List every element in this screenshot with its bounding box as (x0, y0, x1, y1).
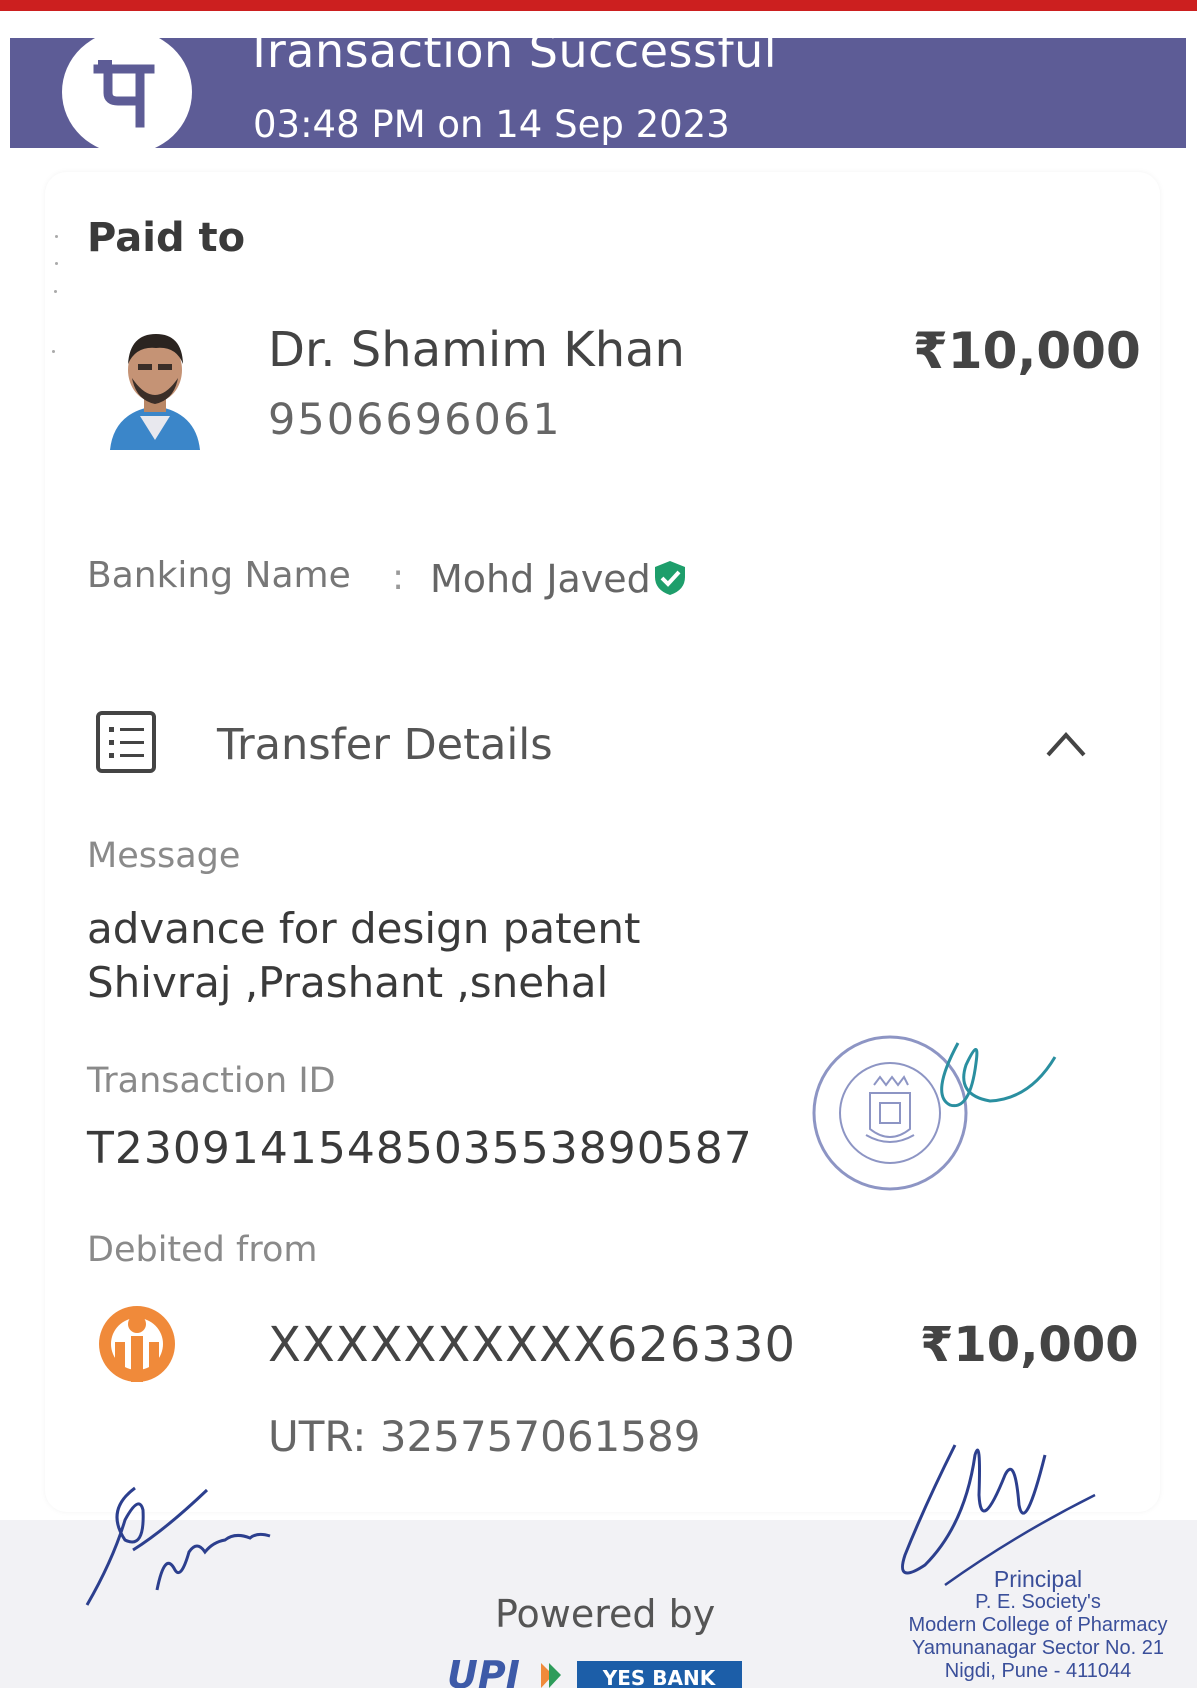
teal-signature (940, 1042, 1057, 1108)
debit-account-number: XXXXXXXXXX626330 (268, 1317, 797, 1373)
scan-speck (54, 290, 57, 293)
phonepe-logo-icon (62, 38, 192, 148)
principal-line-1: P. E. Society's (975, 1591, 1101, 1613)
payee-name: Dr. Shamim Khan (268, 322, 685, 378)
principal-stamp-text: Principal P. E. Society's Modern College… (893, 1568, 1183, 1683)
message-line-1: advance for design patent (87, 904, 641, 953)
powered-by-label: Powered by (495, 1592, 716, 1636)
principal-line-2: Modern College of Pharmacy (908, 1614, 1168, 1636)
mane-signature (85, 1486, 271, 1606)
yes-bank-logo-text: YES BANK (602, 1666, 717, 1688)
verified-shield-icon (655, 561, 685, 595)
transaction-id-value[interactable]: T2309141548503553890587 (87, 1123, 753, 1174)
principal-title: Principal (993, 1566, 1083, 1592)
upi-logo-text: UPI (447, 1655, 520, 1688)
paid-to-label: Paid to (87, 215, 246, 261)
idbi-bank-logo-icon (99, 1306, 175, 1382)
payee-phone: 9506696061 (268, 395, 562, 445)
transaction-status-title: Transaction Successful (245, 38, 778, 78)
payee-avatar[interactable] (100, 320, 210, 450)
scan-speck (52, 350, 55, 353)
banking-name-separator: : (392, 557, 405, 598)
message-label: Message (87, 836, 241, 876)
debit-amount: ₹10,000 (920, 1317, 1139, 1373)
upi-yes-bank-logo: UPI YES BANK (447, 1655, 742, 1688)
principal-line-3: Yamunanagar Sector No. 21 (911, 1637, 1164, 1659)
message-value: advance for design patent Shivraj ,Prash… (87, 902, 987, 1010)
debited-from-label: Debited from (87, 1230, 318, 1270)
transaction-timestamp: 03:48 PM on 14 Sep 2023 (253, 103, 730, 146)
document-list-icon (96, 711, 156, 773)
banking-name-label: Banking Name (87, 555, 351, 596)
banking-name-value: Mohd Javed (430, 557, 651, 601)
chevron-up-icon[interactable] (1043, 725, 1089, 761)
paid-amount: ₹10,000 (913, 322, 1141, 380)
scan-speck (55, 235, 58, 238)
transaction-header: Transaction Successful 03:48 PM on 14 Se… (10, 38, 1186, 148)
message-line-2: Shivraj ,Prashant ,snehal (87, 958, 609, 1007)
principal-line-4: Nigdi, Pune - 411044 (944, 1660, 1132, 1682)
utr-number[interactable]: UTR: 325757061589 (268, 1412, 700, 1461)
top-red-line (0, 0, 1197, 11)
scan-speck (55, 262, 58, 265)
transfer-details-title[interactable]: Transfer Details (217, 720, 553, 770)
transaction-id-label: Transaction ID (87, 1061, 336, 1101)
